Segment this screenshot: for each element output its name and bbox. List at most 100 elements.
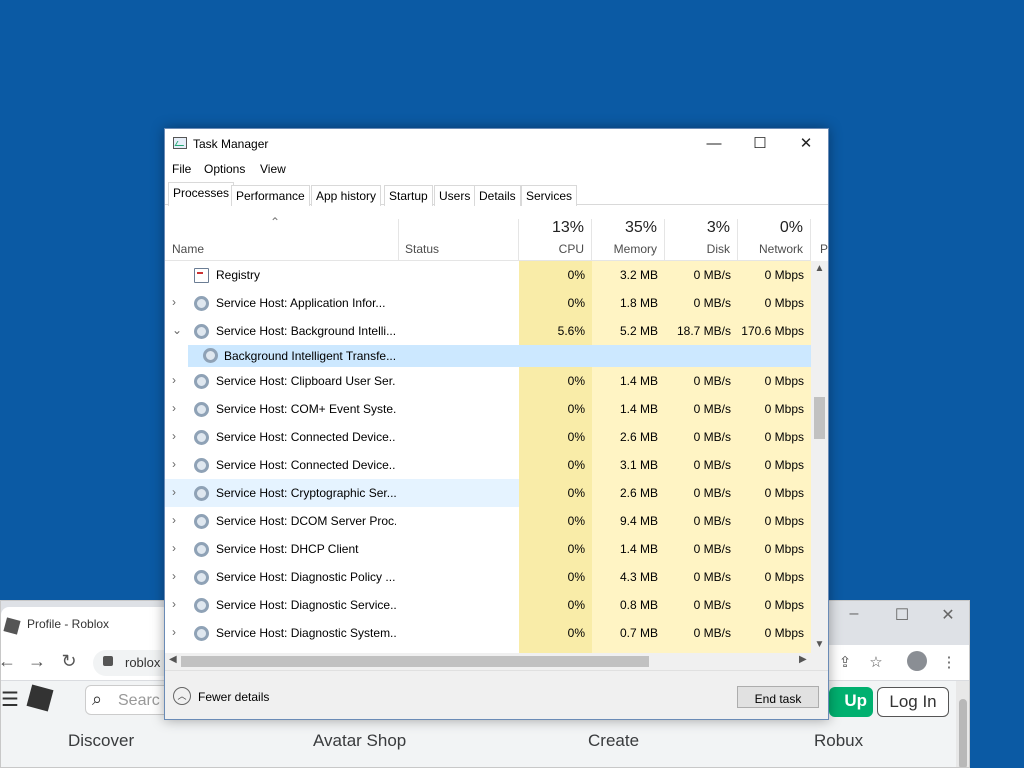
forward-icon[interactable]: → <box>25 651 49 672</box>
maximize-icon[interactable]: ☐ <box>887 605 917 625</box>
process-row[interactable]: › Service Host: COM+ Event Syste... 0% 1.4 … <box>165 395 811 423</box>
kebab-menu-icon[interactable]: ⋮ <box>938 653 960 671</box>
tab-app-history[interactable]: App history <box>311 185 382 206</box>
process-row[interactable]: › Service Host: Diagnostic System... 0% 0.7… <box>165 619 811 647</box>
process-cpu: 0% <box>519 619 592 647</box>
hamburger-menu-icon[interactable]: ☰ <box>1 687 19 712</box>
login-button[interactable]: Log In <box>877 687 949 717</box>
task-manager-icon <box>173 137 187 149</box>
minimize-icon[interactable]: — <box>691 129 737 159</box>
scroll-down-icon[interactable]: ▼ <box>811 639 828 650</box>
column-memory-label: Memory <box>613 242 657 256</box>
registry-icon <box>194 268 209 283</box>
task-manager-window: Task Manager — ☐ ✕ File Options View Pro… <box>164 128 829 720</box>
column-disk[interactable]: 3% Disk <box>665 215 738 261</box>
process-row[interactable]: › Service Host: Diagnostic Policy ... 0% 4.… <box>165 563 811 591</box>
chevron-right-icon[interactable]: › <box>172 457 176 471</box>
process-row[interactable]: › Service Host: Cryptographic Ser... 0% 2.6… <box>165 479 811 507</box>
chevron-right-icon[interactable]: › <box>172 373 176 387</box>
process-cpu: 0% <box>519 261 592 289</box>
process-row[interactable]: ⌄ Service Host: Background Intelli... 5.6%… <box>165 317 811 345</box>
end-task-button[interactable]: End task <box>737 686 819 708</box>
column-cpu[interactable]: 13% CPU <box>519 215 592 261</box>
process-row[interactable]: › Service Host: Diagnostic Service... 0% 0.… <box>165 591 811 619</box>
share-icon[interactable]: ⇪ <box>834 653 856 671</box>
column-power[interactable]: P <box>811 215 828 261</box>
gear-icon <box>194 626 209 641</box>
horizontal-scrollbar[interactable]: ◀ ▶ <box>165 653 811 670</box>
search-icon: ⌕ <box>92 689 103 709</box>
process-cpu: 0% <box>519 563 592 591</box>
page-scrollbar[interactable] <box>956 681 969 767</box>
roblox-logo-icon[interactable] <box>26 684 54 712</box>
process-row[interactable]: › Service Host: DCOM Server Proc... 0% 9.4 … <box>165 507 811 535</box>
chevron-right-icon[interactable]: › <box>172 625 176 639</box>
chevron-right-icon[interactable]: › <box>172 429 176 443</box>
process-row[interactable]: › Service Host: Application Infor... 0% 1.8… <box>165 289 811 317</box>
page-scrollbar-thumb[interactable] <box>959 699 967 767</box>
column-name[interactable]: ⌃ Name <box>165 215 399 261</box>
process-memory: 1.4 MB <box>592 535 665 563</box>
process-name: Service Host: DCOM Server Proc... <box>216 514 396 528</box>
nav-create[interactable]: Create <box>588 731 639 751</box>
menu-view[interactable]: View <box>260 162 286 176</box>
task-manager-footer: ︿ Fewer details End task <box>165 670 828 719</box>
signup-button[interactable]: Up <box>829 687 873 717</box>
chevron-right-icon[interactable]: › <box>172 295 176 309</box>
column-memory[interactable]: 35% Memory <box>592 215 665 261</box>
process-row[interactable]: › Service Host: Connected Device... 0% 2.6 … <box>165 423 811 451</box>
nav-robux[interactable]: Robux <box>814 731 863 751</box>
maximize-icon[interactable]: ☐ <box>737 129 783 159</box>
chevron-right-icon[interactable]: › <box>172 485 176 499</box>
minimize-icon[interactable]: – <box>839 605 869 623</box>
process-row[interactable]: › Service Host: Clipboard User Ser... 0% 1.… <box>165 367 811 395</box>
scroll-up-icon[interactable]: ▲ <box>811 263 828 274</box>
chevron-right-icon[interactable]: › <box>172 401 176 415</box>
process-row[interactable]: › Service Host: Connected Device... 0% 3.1 … <box>165 451 811 479</box>
vertical-scrollbar[interactable]: ▲ ▼ <box>811 261 828 653</box>
chevron-right-icon[interactable]: › <box>172 513 176 527</box>
window-title: Task Manager <box>193 137 269 151</box>
chevron-up-icon[interactable]: ︿ <box>173 687 191 705</box>
chevron-right-icon[interactable]: › <box>172 597 176 611</box>
tab-processes[interactable]: Processes <box>168 182 235 206</box>
gear-icon <box>194 374 209 389</box>
profile-avatar-icon[interactable] <box>907 651 927 671</box>
column-status[interactable]: Status <box>399 215 519 261</box>
chevron-right-icon[interactable]: › <box>172 569 176 583</box>
nav-discover[interactable]: Discover <box>68 731 134 751</box>
chevron-down-icon[interactable]: ⌄ <box>172 323 182 337</box>
process-row[interactable]: › Service Host: DHCP Client 0% 1.4 MB 0 MB/s… <box>165 535 811 563</box>
gear-icon <box>194 458 209 473</box>
reload-icon[interactable]: ↻ <box>57 651 81 672</box>
horizontal-scroll-thumb[interactable] <box>181 656 649 667</box>
browser-tab[interactable]: Profile - Roblox <box>1 607 171 645</box>
process-memory: 2.6 MB <box>592 479 665 507</box>
column-network[interactable]: 0% Network <box>738 215 811 261</box>
process-row[interactable]: Registry 0% 3.2 MB 0 MB/s 0 Mbps <box>165 261 811 289</box>
task-manager-titlebar[interactable]: Task Manager — ☐ ✕ <box>165 129 828 159</box>
menu-bar: File Options View <box>165 159 828 181</box>
scroll-left-icon[interactable]: ◀ <box>169 654 177 665</box>
gear-icon <box>194 430 209 445</box>
star-icon[interactable]: ☆ <box>865 653 887 671</box>
close-icon[interactable]: ✕ <box>783 129 828 159</box>
sub-process-row[interactable]: Background Intelligent Transfe... <box>165 345 811 367</box>
menu-options[interactable]: Options <box>204 162 245 176</box>
process-disk: 0 MB/s <box>665 507 738 535</box>
tab-details[interactable]: Details <box>474 185 521 206</box>
process-disk: 0 MB/s <box>665 535 738 563</box>
tab-startup[interactable]: Startup <box>384 185 433 206</box>
nav-avatar-shop[interactable]: Avatar Shop <box>313 731 406 751</box>
tab-performance[interactable]: Performance <box>231 185 310 206</box>
vertical-scroll-thumb[interactable] <box>814 397 825 439</box>
back-icon[interactable]: ← <box>1 651 19 672</box>
tab-users[interactable]: Users <box>434 185 476 206</box>
close-icon[interactable]: ✕ <box>933 605 963 625</box>
menu-file[interactable]: File <box>172 162 191 176</box>
scroll-right-icon[interactable]: ▶ <box>799 654 807 665</box>
process-memory: 1.4 MB <box>592 395 665 423</box>
chevron-right-icon[interactable]: › <box>172 541 176 555</box>
fewer-details-link[interactable]: Fewer details <box>198 690 269 704</box>
tab-services[interactable]: Services <box>521 185 578 206</box>
